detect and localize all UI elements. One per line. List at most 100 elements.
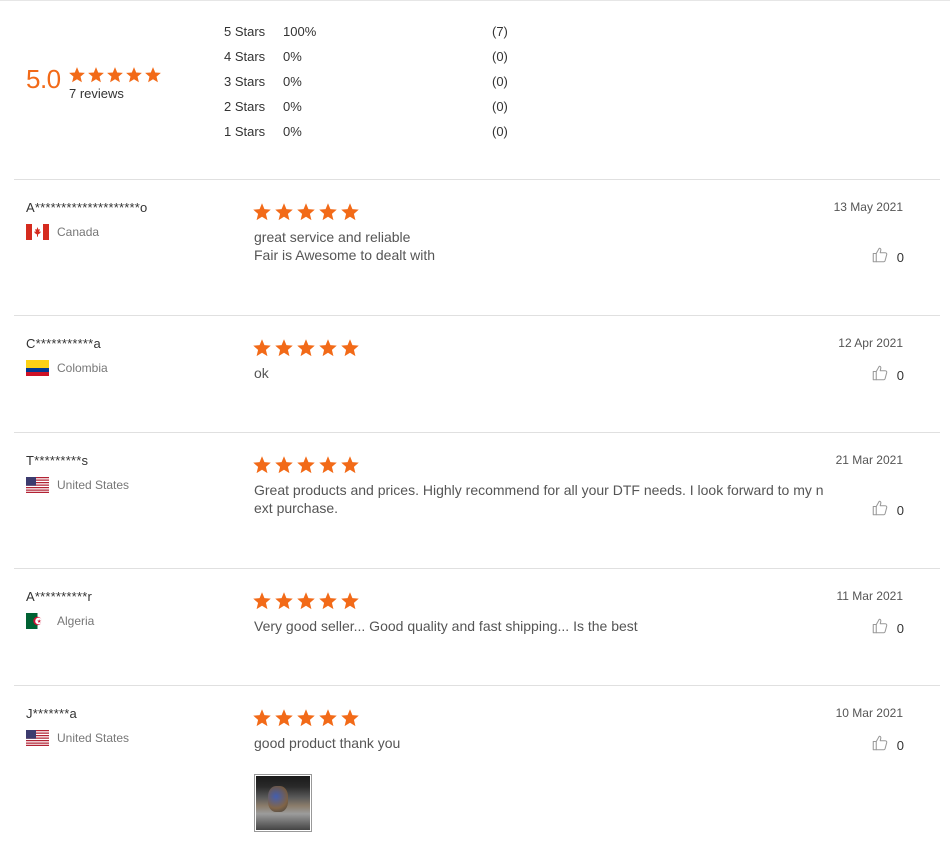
thumbs-up-icon[interactable] — [871, 499, 889, 522]
review-stars — [252, 202, 360, 227]
helpful-button[interactable]: 0 — [871, 364, 904, 387]
country-name: Canada — [57, 225, 100, 239]
distribution-row-2[interactable]: 2 Stars 0% (0) — [224, 99, 524, 117]
review-date: 21 Mar 2021 — [835, 453, 903, 467]
distribution-count: (0) — [492, 49, 508, 64]
helpful-count: 0 — [896, 368, 904, 383]
review-text-line: Fair is Awesome to dealt with — [254, 247, 436, 263]
distribution-count: (0) — [492, 74, 508, 89]
reviewer-country: United States — [26, 730, 129, 746]
distribution-label: 5 Stars — [224, 24, 266, 39]
review-text-line: good product thank you — [254, 735, 401, 751]
star-icon — [252, 202, 272, 227]
helpful-count: 0 — [896, 250, 904, 265]
distribution-row-3[interactable]: 3 Stars 0% (0) — [224, 74, 524, 92]
star-icon — [274, 591, 294, 616]
thumbs-up-icon[interactable] — [871, 364, 889, 387]
distribution-percent: 0% — [283, 49, 302, 64]
star-icon — [296, 338, 316, 363]
star-icon — [318, 455, 338, 480]
review-item: A********************o Canada great serv… — [14, 180, 940, 315]
reviewer-country: Canada — [26, 224, 99, 240]
distribution-label: 3 Stars — [224, 74, 266, 89]
helpful-count: 0 — [896, 621, 904, 636]
review-text: Very good seller... Good quality and fas… — [254, 617, 814, 635]
review-photo-thumbnail[interactable] — [254, 774, 312, 832]
distribution-label: 1 Stars — [224, 124, 266, 139]
review-count: 7 reviews — [69, 86, 124, 101]
reviewer-country: Algeria — [26, 613, 94, 629]
star-icon — [252, 708, 272, 733]
country-name: United States — [57, 478, 130, 492]
distribution-percent: 0% — [283, 124, 302, 139]
star-icon — [274, 708, 294, 733]
country-name: Colombia — [57, 361, 108, 375]
review-text-line: Great products and prices. Highly recomm… — [254, 482, 824, 498]
star-icon — [274, 202, 294, 227]
review-text-line: great service and reliable — [254, 229, 411, 245]
helpful-button[interactable]: 0 — [871, 734, 904, 757]
star-icon — [340, 202, 360, 227]
review-stars — [252, 591, 360, 616]
review-date: 12 Apr 2021 — [838, 336, 903, 350]
thumbs-up-icon[interactable] — [871, 617, 889, 640]
star-icon — [296, 202, 316, 227]
review-text-line: ok — [254, 365, 269, 381]
review-text-line: ext purchase. — [254, 500, 339, 516]
distribution-label: 4 Stars — [224, 49, 266, 64]
reviewer-country: United States — [26, 477, 129, 493]
star-icon — [296, 708, 316, 733]
country-name: United States — [57, 731, 130, 745]
review-date: 11 Mar 2021 — [836, 589, 904, 603]
helpful-count: 0 — [896, 503, 904, 518]
reviewer-name: J*******a — [26, 706, 77, 721]
distribution-row-5[interactable]: 5 Stars 100% (7) — [224, 24, 524, 42]
country-name: Algeria — [57, 614, 95, 628]
thumbs-up-icon[interactable] — [871, 734, 889, 757]
star-icon — [340, 338, 360, 363]
algeria-flag-icon — [26, 613, 49, 629]
review-stars — [252, 708, 360, 733]
review-text: good product thank you — [254, 734, 814, 752]
distribution-label: 2 Stars — [224, 99, 266, 114]
review-date: 13 May 2021 — [833, 200, 903, 214]
star-icon — [340, 455, 360, 480]
colombia-flag-icon — [26, 360, 49, 376]
star-icon — [318, 591, 338, 616]
star-icon — [144, 66, 162, 89]
distribution-count: (0) — [492, 124, 508, 139]
distribution-row-4[interactable]: 4 Stars 0% (0) — [224, 49, 524, 67]
reviewer-name: T*********s — [26, 453, 89, 468]
usa-flag-icon — [26, 477, 49, 493]
distribution-row-1[interactable]: 1 Stars 0% (0) — [224, 124, 524, 142]
star-icon — [318, 202, 338, 227]
star-icon — [318, 708, 338, 733]
star-icon — [252, 455, 272, 480]
rating-summary: 5.0 7 reviews 5 Stars 100% (7) 4 Stars 0… — [0, 0, 950, 180]
helpful-count: 0 — [896, 738, 904, 753]
star-icon — [318, 338, 338, 363]
review-item: C***********a Colombia ok 12 Apr 2021 0 — [14, 316, 940, 432]
helpful-button[interactable]: 0 — [871, 246, 904, 269]
helpful-button[interactable]: 0 — [871, 617, 904, 640]
star-icon — [274, 338, 294, 363]
review-date: 10 Mar 2021 — [835, 706, 903, 720]
review-text-line: Very good seller... Good quality and fas… — [254, 618, 638, 634]
star-icon — [252, 338, 272, 363]
star-icon — [296, 591, 316, 616]
average-rating: 5.0 — [26, 64, 61, 94]
review-stars — [252, 338, 360, 363]
star-icon — [296, 455, 316, 480]
star-icon — [125, 66, 143, 89]
distribution-percent: 100% — [283, 24, 317, 39]
distribution-count: (7) — [492, 24, 508, 39]
canada-flag-icon — [26, 224, 49, 240]
star-icon — [340, 708, 360, 733]
star-icon — [252, 591, 272, 616]
review-text: great service and reliable Fair is Aweso… — [254, 228, 814, 264]
helpful-button[interactable]: 0 — [871, 499, 904, 522]
review-photo-image — [256, 776, 310, 830]
thumbs-up-icon[interactable] — [871, 246, 889, 269]
reviewer-country: Colombia — [26, 360, 108, 376]
review-item: A**********r Algeria Very good seller...… — [14, 569, 940, 685]
